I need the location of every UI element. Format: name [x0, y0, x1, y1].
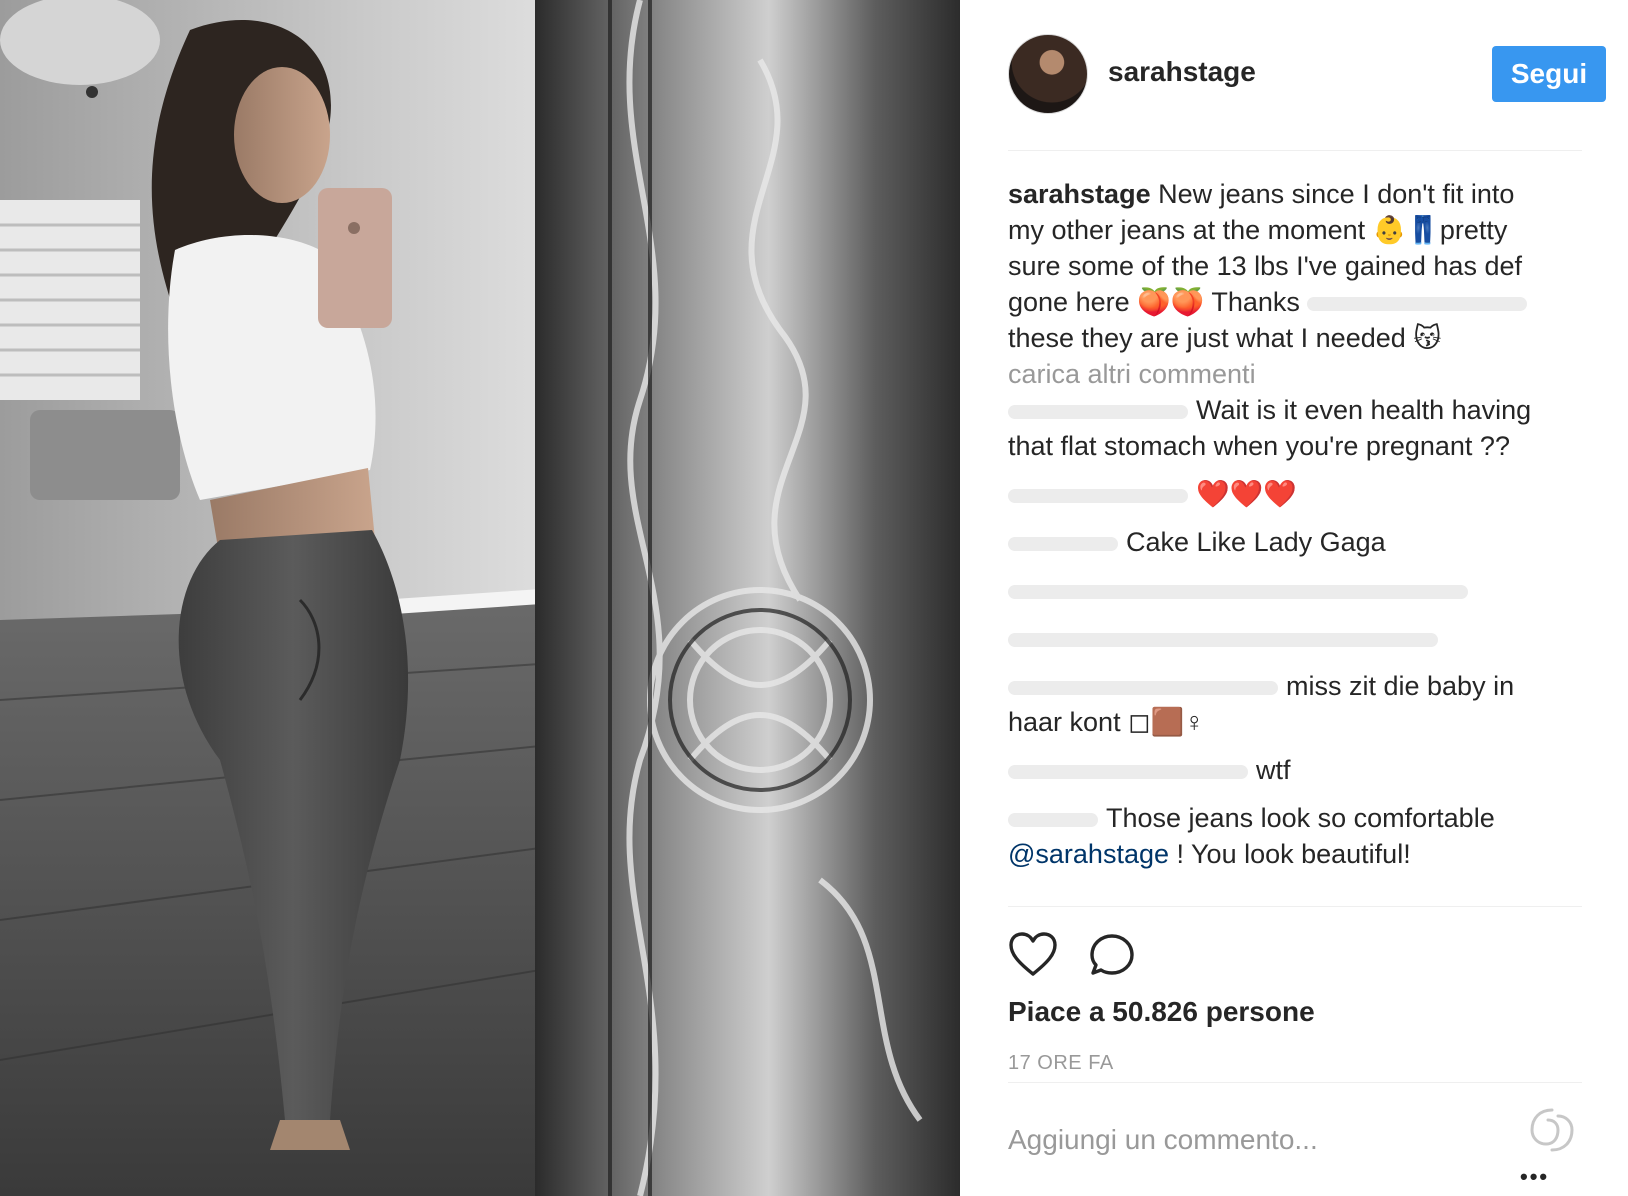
comment-text: ❤️❤️❤️: [1196, 479, 1297, 509]
comment: Cake Like Lady Gaga: [1008, 524, 1582, 560]
redacted-username: [1008, 488, 1188, 503]
redacted-username: [1008, 536, 1118, 551]
redacted-username: [1008, 404, 1188, 419]
redacted-username: [1008, 812, 1098, 827]
post-header: sarahstage Segui: [1008, 34, 1606, 116]
more-options-icon[interactable]: •••: [1520, 1164, 1549, 1190]
caption-line: these they are just what I needed 😽: [1008, 323, 1442, 353]
redacted-username: [1008, 680, 1278, 695]
caption-line: gone here 🍑🍑 Thanks: [1008, 287, 1300, 317]
comment-text: Wait is it even health having: [1196, 395, 1532, 425]
caption-line: my other jeans at the moment 👶👖pretty: [1008, 215, 1508, 245]
avatar[interactable]: [1008, 34, 1088, 114]
redacted-comment: [1008, 632, 1438, 647]
caption-line: sure some of the 13 lbs I've gained has …: [1008, 251, 1522, 281]
comment-text: haar kont ◻🟫♀: [1008, 707, 1205, 737]
mention-link[interactable]: @sarahstage: [1008, 839, 1169, 869]
comment-text: that flat stomach when you're pregnant ?…: [1008, 431, 1510, 461]
loading-icon: [1526, 1104, 1578, 1156]
post-timestamp[interactable]: 17 ORE FA: [1008, 1052, 1114, 1075]
comment-text: miss zit die baby in: [1286, 671, 1515, 701]
comment-icon[interactable]: [1088, 930, 1138, 980]
comment: Wait is it even health having that flat …: [1008, 392, 1582, 464]
caption-username[interactable]: sarahstage: [1008, 179, 1151, 209]
comment-text: wtf: [1256, 755, 1291, 785]
comment: Those jeans look so comfortable @sarahst…: [1008, 800, 1582, 872]
comment-text: Cake Like Lady Gaga: [1126, 527, 1386, 557]
caption-line: New jeans since I don't fit into: [1158, 179, 1515, 209]
caption: sarahstage New jeans since I don't fit i…: [1008, 176, 1582, 356]
comments-list: sarahstage New jeans since I don't fit i…: [1008, 176, 1582, 872]
redacted-comment: [1008, 584, 1468, 599]
add-comment-input[interactable]: [1008, 1112, 1488, 1168]
comment: wtf: [1008, 752, 1582, 788]
follow-button[interactable]: Segui: [1492, 46, 1606, 102]
action-bar: [1008, 930, 1582, 986]
username[interactable]: sarahstage: [1108, 56, 1256, 88]
likes-count[interactable]: Piace a 50.826 persone: [1008, 996, 1315, 1028]
comment: miss zit die baby in haar kont ◻🟫♀: [1008, 668, 1582, 740]
comment: ❤️❤️❤️: [1008, 476, 1582, 512]
redacted-text: [1307, 296, 1528, 311]
post-details-panel: sarahstage Segui sarahstage New jeans si…: [960, 0, 1628, 1196]
comment-text: Those jeans look so comfortable: [1106, 803, 1495, 833]
photo-illustration: [0, 0, 960, 1196]
load-more-comments[interactable]: carica altri commenti: [1008, 356, 1582, 392]
header-divider: [1008, 150, 1582, 151]
heart-icon[interactable]: [1008, 930, 1058, 980]
footer-divider: [1008, 1082, 1582, 1083]
comments-divider: [1008, 906, 1582, 907]
comment-text: ! You look beautiful!: [1169, 839, 1411, 869]
post-photo[interactable]: [0, 0, 960, 1196]
redacted-username: [1008, 764, 1248, 779]
